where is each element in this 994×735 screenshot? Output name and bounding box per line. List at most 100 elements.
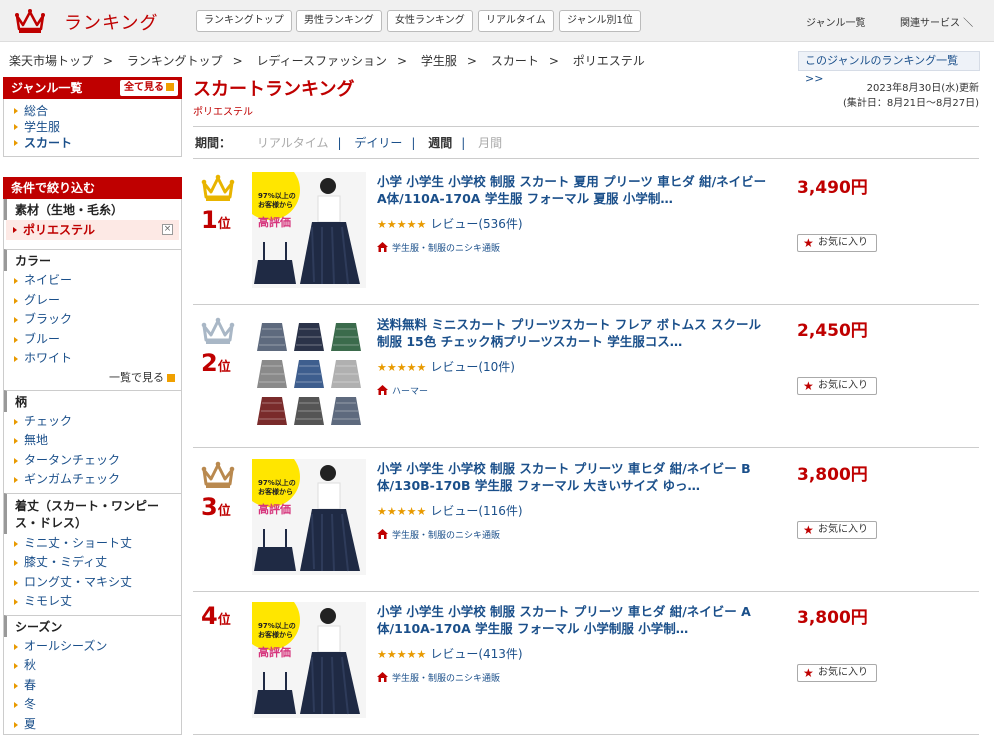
product-name-link[interactable]: 小学 小学生 小学校 制服 スカート プリーツ 車ヒダ 紺/ネイビー A体/11… xyxy=(377,603,767,637)
pattern-item[interactable]: チェック xyxy=(4,412,181,432)
genre-item-current[interactable]: スカート xyxy=(4,135,181,151)
genre-item[interactable]: 総合 xyxy=(4,103,181,119)
review-link[interactable]: レビュー(10件) xyxy=(430,360,515,374)
product-name-link[interactable]: 送料無料 ミニスカート プリーツスカート フレア ボトムス スクール制服 15色… xyxy=(377,316,767,350)
review-link[interactable]: レビュー(413件) xyxy=(430,647,522,661)
filter-header: 条件で絞り込む xyxy=(3,177,182,199)
related-services-link[interactable]: 関連サービス ＼ xyxy=(900,14,973,29)
badge-text: 97%以上の お客様から 高評価 xyxy=(258,192,296,229)
clear-filter-icon[interactable]: × xyxy=(162,224,173,235)
product-image[interactable]: 97%以上の お客様から 高評価 xyxy=(252,172,366,288)
favorite-label: お気に入り xyxy=(818,667,868,678)
add-favorite-button[interactable]: ★ お気に入り xyxy=(797,234,877,252)
season-item[interactable]: 秋 xyxy=(4,656,181,676)
rank-number: 3位 xyxy=(201,493,231,521)
star-icons: ★★★★★ xyxy=(377,648,427,661)
nav-genre-first[interactable]: ジャンル別1位 xyxy=(559,10,641,32)
material-selected[interactable]: ポリエステル × xyxy=(6,220,179,240)
genre-list-title: ジャンル一覧 xyxy=(11,81,83,95)
date-range: (集計日：8月21日〜8月27日) xyxy=(843,98,979,109)
breadcrumb-item[interactable]: スカート xyxy=(491,54,539,68)
ranking-item: 4位 97%以上の お客様から 高評価 小学 小学生 小学校 制服 スカート プ… xyxy=(193,592,979,735)
period-monthly[interactable]: 月間 xyxy=(478,136,502,150)
badge-line: お客様から xyxy=(258,631,293,639)
season-item[interactable]: 冬 xyxy=(4,695,181,715)
header: ランキング ランキングトップ 男性ランキング 女性ランキング リアルタイム ジャ… xyxy=(0,0,994,42)
badge-line: 97%以上の xyxy=(258,479,296,487)
genre-list-link[interactable]: ジャンル一覧 xyxy=(806,14,866,29)
breadcrumb-item[interactable]: 学生服 xyxy=(421,54,457,68)
badge-line: 高評価 xyxy=(258,646,291,659)
product-image[interactable]: 97%以上の お客様から 高評価 xyxy=(252,459,366,575)
rank-number: 2位 xyxy=(201,349,231,377)
review-link[interactable]: レビュー(536件) xyxy=(430,217,522,231)
logo-text[interactable]: ランキング xyxy=(64,9,158,35)
review-link[interactable]: レビュー(116件) xyxy=(430,504,522,518)
rank-crown-icon xyxy=(201,461,235,488)
color-more-link[interactable]: 一覧で見る xyxy=(4,369,181,387)
genre-ranking-list-button[interactable]: このジャンルのランキング一覧 >> xyxy=(798,51,980,85)
crown-logo-icon[interactable] xyxy=(14,6,46,34)
filter-panel: 素材（生地・毛糸） ポリエステル × カラー ネイビー グレー ブラック ブルー … xyxy=(3,199,182,735)
color-item[interactable]: ブルー xyxy=(4,330,181,350)
add-favorite-button[interactable]: ★ お気に入り xyxy=(797,664,877,682)
divider xyxy=(193,158,979,159)
arrow-icon xyxy=(167,373,175,382)
season-item[interactable]: 夏 xyxy=(4,715,181,735)
add-favorite-button[interactable]: ★ お気に入り xyxy=(797,377,877,395)
product-name-link[interactable]: 小学 小学生 小学校 制服 スカート プリーツ 車ヒダ 紺/ネイビー B体/13… xyxy=(377,460,767,494)
badge-line: 97%以上の xyxy=(258,192,296,200)
rank-number: 4位 xyxy=(201,602,231,630)
view-all-button[interactable]: 全て見る xyxy=(120,80,178,96)
rank-value: 1 xyxy=(201,206,218,234)
period-weekly[interactable]: 週間 xyxy=(428,136,452,150)
color-item[interactable]: ホワイト xyxy=(4,349,181,369)
length-item[interactable]: 膝丈・ミディ丈 xyxy=(4,553,181,573)
nav-female-ranking[interactable]: 女性ランキング xyxy=(387,10,473,32)
breadcrumb-item[interactable]: レディースファッション xyxy=(256,54,387,68)
shop-link[interactable]: ハーマー xyxy=(392,387,428,397)
ranking-item: 1位 97%以上の お客様から 高評価 小学 小学生 小学校 制服 スカート 夏… xyxy=(193,162,979,305)
pattern-item[interactable]: 無地 xyxy=(4,431,181,451)
period-daily[interactable]: デイリー xyxy=(354,136,402,150)
rank-value: 4 xyxy=(201,602,218,630)
pattern-item[interactable]: タータンチェック xyxy=(4,451,181,471)
color-item[interactable]: ブラック xyxy=(4,310,181,330)
length-item[interactable]: ロング丈・マキシ丈 xyxy=(4,573,181,593)
product-image[interactable]: 97%以上の お客様から 高評価 xyxy=(252,602,366,718)
add-favorite-button[interactable]: ★ お気に入り xyxy=(797,521,877,539)
length-title: 着丈（スカート・ワンピース・ドレス） xyxy=(4,492,181,534)
nav-realtime[interactable]: リアルタイム xyxy=(478,10,554,32)
product-name-link[interactable]: 小学 小学生 小学校 制服 スカート 夏用 プリーツ 車ヒダ 紺/ネイビー A体… xyxy=(377,173,767,207)
rating: ★★★★★ レビュー(536件) xyxy=(377,215,523,232)
color-item[interactable]: グレー xyxy=(4,291,181,311)
season-item[interactable]: オールシーズン xyxy=(4,637,181,657)
nav-male-ranking[interactable]: 男性ランキング xyxy=(296,10,382,32)
filter-title: 条件で絞り込む xyxy=(11,181,96,195)
genre-list: 総合 学生服 スカート xyxy=(3,99,182,157)
breadcrumb-item[interactable]: ポリエステル xyxy=(573,54,645,68)
shop-link[interactable]: 学生服・制服のニシキ通販 xyxy=(392,674,500,684)
rating: ★★★★★ レビュー(116件) xyxy=(377,502,523,519)
breadcrumb-item[interactable]: 楽天市場トップ xyxy=(9,54,93,68)
length-item[interactable]: ミニ丈・ショート丈 xyxy=(4,534,181,554)
season-item[interactable]: 春 xyxy=(4,676,181,696)
shop-house-icon xyxy=(377,385,388,395)
shop-link[interactable]: 学生服・制服のニシキ通販 xyxy=(392,244,500,254)
length-item[interactable]: ミモレ丈 xyxy=(4,592,181,612)
shop: 学生服・制服のニシキ通販 xyxy=(377,528,500,541)
genre-list-header: ジャンル一覧 全て見る xyxy=(3,77,182,99)
shop-link[interactable]: 学生服・制服のニシキ通販 xyxy=(392,531,500,541)
period-realtime[interactable]: リアルタイム xyxy=(257,136,329,150)
favorite-label: お気に入り xyxy=(818,380,868,391)
pattern-item[interactable]: ギンガムチェック xyxy=(4,470,181,490)
rank-suffix: 位 xyxy=(217,360,231,375)
period-label: 期間： xyxy=(195,136,232,150)
genre-item[interactable]: 学生服 xyxy=(4,119,181,135)
nav-ranking-top[interactable]: ランキングトップ xyxy=(196,10,292,32)
price: 3,490円 xyxy=(797,178,868,198)
product-image[interactable] xyxy=(252,315,366,431)
breadcrumb-item[interactable]: ランキングトップ xyxy=(127,54,223,68)
color-item[interactable]: ネイビー xyxy=(4,271,181,291)
rank-value: 3 xyxy=(201,493,218,521)
